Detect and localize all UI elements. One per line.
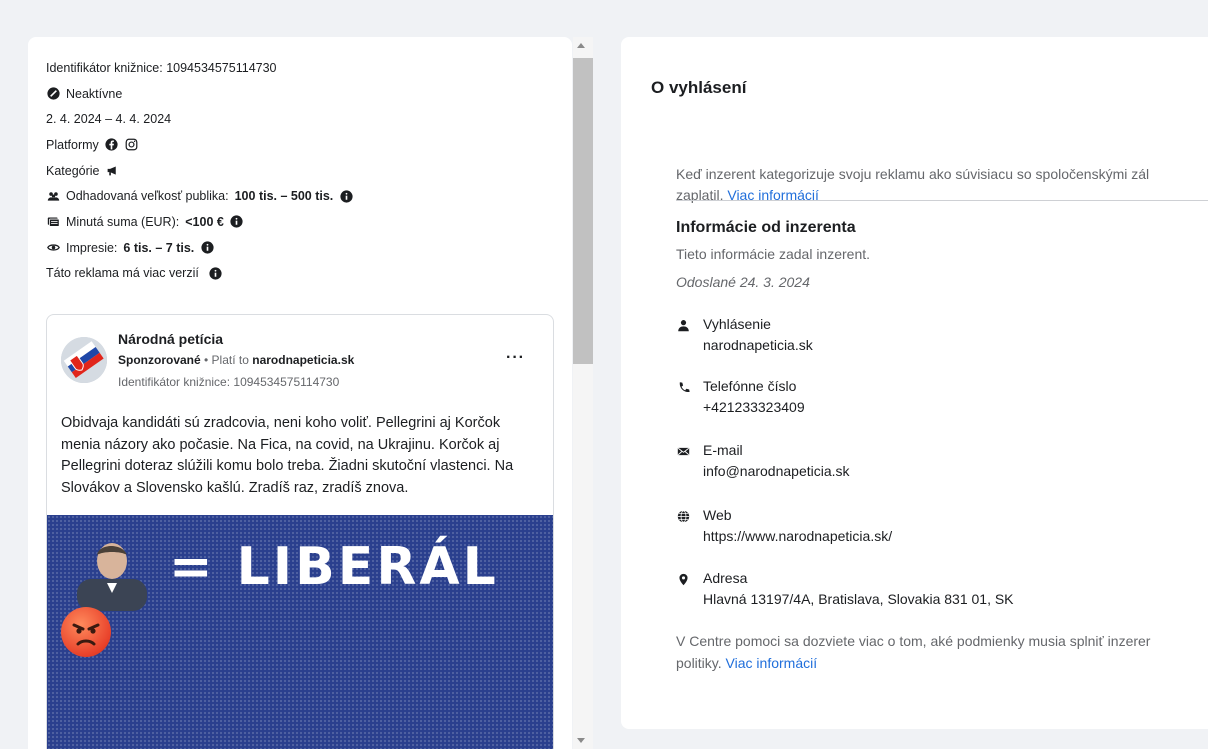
contact-value: narodnapeticia.sk (703, 337, 813, 353)
platforms-row: Platformy (46, 132, 566, 158)
megaphone-icon (106, 164, 120, 178)
eye-icon (46, 241, 60, 255)
categories-label: Kategórie (46, 163, 100, 178)
info-icon[interactable] (200, 241, 214, 255)
contact-label: Vyhlásenie (703, 316, 771, 332)
ad-preview: Národná petícia Sponzorované • Platí to … (46, 314, 554, 749)
image-caption: = LIBERÁL (169, 537, 499, 597)
paid-by-prefix: • Platí to (200, 353, 253, 367)
info-icon[interactable] (339, 189, 353, 203)
person-icon (676, 318, 690, 332)
contact-label: E-mail (703, 442, 743, 458)
scroll-down-arrow-icon[interactable] (577, 738, 585, 743)
inactive-icon (46, 87, 60, 101)
ad-meta: Identifikátor knižnice: 1094534575114730… (46, 55, 566, 286)
page-name[interactable]: Národná petícia (118, 331, 223, 347)
spend-label: Minutá suma (EUR): (66, 214, 180, 229)
versions-row: Táto reklama má viac verzií (46, 261, 566, 287)
versions-note: Táto reklama má viac verzií (46, 266, 199, 281)
help-note-line2-start: politiky. (676, 655, 726, 671)
impressions-value: 6 tis. – 7 tis. (123, 240, 195, 255)
phone-icon (676, 380, 690, 394)
audience-row: Odhadovaná veľkosť publika: 100 tis. – 5… (46, 183, 566, 209)
scrollbar[interactable] (573, 37, 593, 749)
contact-value[interactable]: info@narodnapeticia.sk (703, 463, 850, 479)
library-id-row: Identifikátor knižnice: 1094534575114730 (46, 55, 566, 81)
people-icon (46, 189, 60, 203)
help-note-line1: V Centre pomoci sa dozviete viac o tom, … (676, 633, 1151, 649)
about-title: O vyhlásení (651, 78, 747, 97)
help-center-note: V Centre pomoci sa dozviete viac o tom, … (676, 630, 1208, 674)
contact-label: Telefónne číslo (703, 378, 797, 394)
scroll-thumb[interactable] (573, 58, 593, 364)
about-text-line2: zaplatil. Viac informácií (676, 185, 1208, 206)
scroll-up-arrow-icon[interactable] (577, 43, 585, 48)
library-id-text: Identifikátor knižnice: 1094534575114730 (46, 60, 277, 75)
contact-value[interactable]: https://www.narodnapeticia.sk/ (703, 528, 892, 544)
sponsored-line: Sponzorované • Platí to narodnapeticia.s… (118, 353, 354, 367)
impressions-row: Impresie: 6 tis. – 7 tis. (46, 235, 566, 261)
contact-value: +421233323409 (703, 399, 805, 415)
sponsored-label: Sponzorované (118, 353, 201, 367)
divider (676, 200, 1208, 201)
paid-by-name: narodnapeticia.sk (252, 353, 355, 367)
post-library-id: Identifikátor knižnice: 1094534575114730 (118, 375, 340, 389)
status-row: Neaktívne (46, 81, 566, 107)
audience-label: Odhadovaná veľkosť publika: (66, 189, 229, 204)
categories-row: Kategórie (46, 158, 566, 184)
dates-text: 2. 4. 2024 – 4. 4. 2024 (46, 112, 172, 127)
info-icon[interactable] (230, 215, 244, 229)
status-text: Neaktívne (66, 86, 123, 101)
submitted-date: Odoslané 24. 3. 2024 (676, 274, 810, 290)
globe-icon (676, 509, 690, 523)
contact-label: Web (703, 507, 732, 523)
help-note-line2: politiky. Viac informácií (676, 652, 1208, 674)
page-avatar[interactable] (61, 337, 107, 383)
impressions-label: Impresie: (66, 240, 118, 255)
spend-row: Minutá suma (EUR): <100 € (46, 209, 566, 235)
more-info-link[interactable]: Viac informácií (726, 655, 818, 671)
advertiser-info-title: Informácie od inzerenta (676, 219, 856, 236)
person-photo (77, 543, 147, 611)
ad-details-card: Identifikátor knižnice: 1094534575114730… (28, 37, 572, 749)
more-options-button[interactable]: ··· (506, 349, 525, 367)
about-text-line1: Keď inzerent kategorizuje svoju reklamu … (676, 166, 1150, 182)
location-pin-icon (676, 572, 690, 586)
platforms-label: Platformy (46, 137, 99, 152)
contact-label: Adresa (703, 570, 748, 586)
spend-value: <100 € (185, 214, 224, 229)
advertiser-info-subtitle: Tieto informácie zadal inzerent. (676, 246, 871, 262)
post-body: Obidvaja kandidáti sú zradcovia, neni ko… (61, 415, 514, 496)
info-icon[interactable] (209, 266, 223, 280)
about-disclaimer-card: O vyhlásení Keď inzerent kategorizuje sv… (621, 37, 1208, 729)
contact-value: Hlavná 13197/4A, Bratislava, Slovakia 83… (703, 591, 1014, 607)
angry-face-icon (61, 607, 111, 657)
money-icon (46, 215, 60, 229)
envelope-icon (676, 444, 690, 458)
instagram-icon (125, 138, 139, 152)
facebook-icon (105, 138, 119, 152)
dates-row: 2. 4. 2024 – 4. 4. 2024 (46, 106, 566, 132)
audience-value: 100 tis. – 500 tis. (234, 189, 334, 204)
ad-creative-image: = LIBERÁL (47, 515, 553, 749)
